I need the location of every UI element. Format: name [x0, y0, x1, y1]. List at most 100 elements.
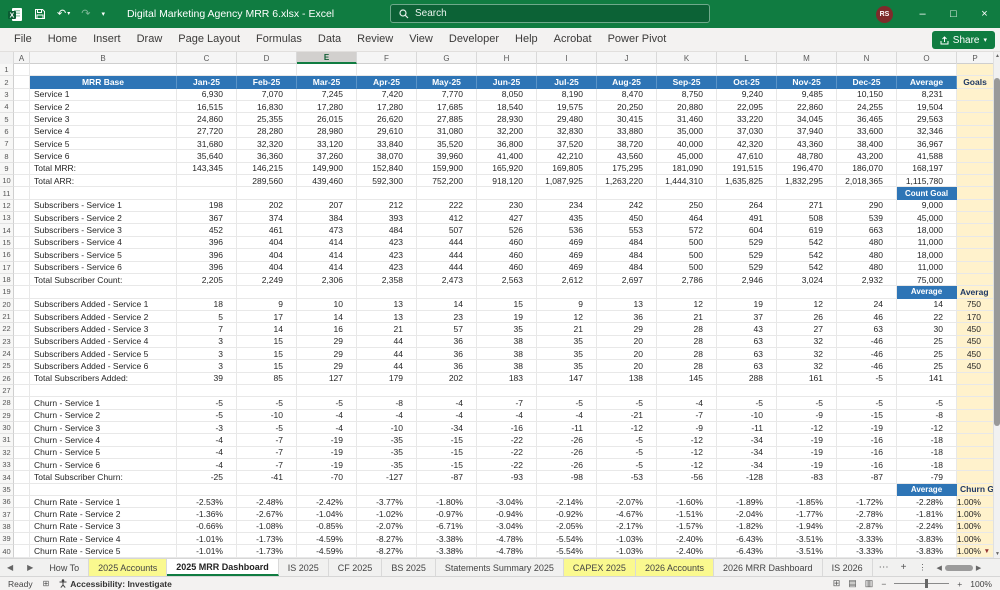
row-label[interactable]: Churn Rate - Service 5 — [30, 545, 177, 558]
cell[interactable]: -8.27% — [357, 533, 417, 546]
cell[interactable]: -1.73% — [237, 533, 297, 546]
cell[interactable]: 42,320 — [717, 138, 777, 151]
cell[interactable]: -1.77% — [777, 508, 837, 521]
cell[interactable]: 20,880 — [657, 101, 717, 114]
average-cell[interactable]: -3.83% — [897, 545, 957, 558]
cell[interactable]: 1,087,925 — [537, 175, 597, 188]
cell[interactable]: -15 — [417, 446, 477, 459]
close-button[interactable]: × — [969, 0, 1000, 28]
row-label[interactable]: Service 1 — [30, 88, 177, 102]
average-cell[interactable]: 25 — [897, 360, 957, 373]
goal-cell[interactable] — [957, 199, 993, 213]
cell[interactable]: 461 — [237, 224, 297, 237]
cell[interactable]: 13 — [357, 298, 417, 311]
cell[interactable]: 24 — [837, 298, 897, 311]
cell[interactable]: -19 — [777, 434, 837, 447]
cell[interactable]: 43,560 — [597, 150, 657, 163]
cell[interactable]: 20 — [597, 335, 657, 348]
cell[interactable]: 24,255 — [837, 101, 897, 114]
cell[interactable]: 38 — [477, 347, 537, 361]
cell[interactable] — [14, 298, 30, 311]
cell[interactable] — [297, 64, 357, 77]
cell[interactable]: -0.94% — [477, 508, 537, 521]
cell[interactable]: 161 — [777, 372, 837, 385]
cell[interactable]: 28 — [657, 347, 717, 361]
cell[interactable]: 36 — [417, 335, 477, 348]
row-number[interactable]: 35 — [0, 483, 14, 497]
cell[interactable]: -3.38% — [417, 545, 477, 558]
cell[interactable]: -4 — [537, 409, 597, 422]
cell[interactable]: 38,720 — [597, 138, 657, 151]
row-label[interactable]: Churn - Service 4 — [30, 434, 177, 447]
row-number[interactable]: 5 — [0, 113, 14, 126]
row-label[interactable]: Subscribers Added - Service 6 — [30, 360, 177, 373]
row-number[interactable]: 2 — [0, 76, 14, 89]
cell[interactable]: -4 — [297, 421, 357, 435]
cell[interactable] — [14, 384, 30, 398]
sheet-tab-bs-2025[interactable]: BS 2025 — [382, 559, 436, 576]
cell[interactable]: -19 — [777, 446, 837, 459]
share-button[interactable]: Share ▾ — [931, 31, 995, 49]
cell[interactable] — [657, 384, 717, 398]
cell[interactable] — [357, 483, 417, 497]
cell[interactable]: 7,770 — [417, 88, 477, 102]
cell[interactable]: -4 — [177, 446, 237, 459]
column-header-F[interactable]: F — [357, 52, 417, 64]
cell[interactable]: -19 — [297, 446, 357, 459]
goal-cell[interactable] — [957, 459, 993, 472]
cell[interactable]: 36 — [417, 360, 477, 373]
cell[interactable]: -3.38% — [417, 533, 477, 546]
cell[interactable]: -5 — [717, 397, 777, 410]
goal-cell[interactable] — [957, 384, 993, 398]
cell[interactable]: -2.78% — [837, 508, 897, 521]
cell[interactable]: 542 — [777, 261, 837, 274]
average-cell[interactable]: 22 — [897, 310, 957, 324]
cell[interactable]: 28,930 — [477, 113, 537, 126]
cell[interactable]: 212 — [357, 199, 417, 213]
cell[interactable]: 44 — [357, 335, 417, 348]
cell[interactable]: 14 — [237, 323, 297, 336]
table-header-month[interactable]: Oct-25 — [717, 76, 777, 89]
cell[interactable] — [297, 286, 357, 299]
cell[interactable]: 32,830 — [537, 125, 597, 139]
column-header-P[interactable]: P — [957, 52, 993, 64]
cell[interactable] — [717, 286, 777, 299]
cell[interactable]: 444 — [417, 261, 477, 274]
cell[interactable]: 529 — [717, 249, 777, 262]
cell[interactable]: -22 — [477, 446, 537, 459]
cell[interactable] — [237, 483, 297, 497]
cell[interactable]: -1.03% — [597, 533, 657, 546]
cell[interactable]: 230 — [477, 199, 537, 213]
cell[interactable] — [777, 64, 837, 77]
cell[interactable] — [597, 384, 657, 398]
cell[interactable]: -2.40% — [657, 545, 717, 558]
cell[interactable] — [14, 76, 30, 89]
cell[interactable]: 30,415 — [597, 113, 657, 126]
cell[interactable]: -0.97% — [417, 508, 477, 521]
cell[interactable]: -3 — [177, 421, 237, 435]
cell[interactable]: 169,805 — [537, 162, 597, 176]
cell[interactable]: 37 — [717, 310, 777, 324]
row-label[interactable]: Churn - Service 1 — [30, 397, 177, 410]
cell[interactable]: 480 — [837, 249, 897, 262]
row-number[interactable]: 13 — [0, 212, 14, 225]
cell[interactable]: 2,932 — [837, 273, 897, 287]
cell[interactable]: 2,473 — [417, 273, 477, 287]
cell[interactable]: 34,045 — [777, 113, 837, 126]
cell[interactable]: 29 — [597, 323, 657, 336]
cell[interactable]: -1.08% — [237, 520, 297, 534]
column-header-G[interactable]: G — [417, 52, 477, 64]
cell[interactable]: 15 — [237, 360, 297, 373]
cell[interactable]: -1.57% — [657, 520, 717, 534]
row-number[interactable]: 9 — [0, 162, 14, 176]
cell[interactable]: 412 — [417, 212, 477, 225]
row-label[interactable]: Subscribers Added - Service 1 — [30, 298, 177, 311]
cell[interactable] — [657, 286, 717, 299]
row-number[interactable]: 8 — [0, 150, 14, 163]
cell[interactable] — [297, 483, 357, 497]
column-header-N[interactable]: N — [837, 52, 897, 64]
cell[interactable]: 37,940 — [777, 125, 837, 139]
row-number[interactable]: 32 — [0, 446, 14, 459]
cell[interactable]: 36,800 — [477, 138, 537, 151]
cell[interactable]: 15 — [237, 347, 297, 361]
